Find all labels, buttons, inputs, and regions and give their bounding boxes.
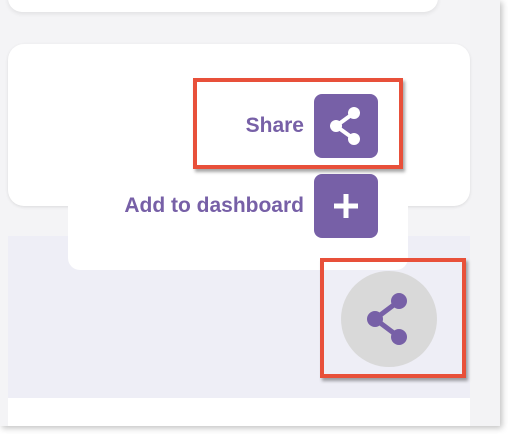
scrollbar-track[interactable] bbox=[470, 0, 500, 426]
add-to-dashboard-button[interactable] bbox=[314, 174, 378, 238]
screenshot-frame: Share Add to dashboard bbox=[0, 0, 500, 426]
bottom-area bbox=[8, 398, 470, 426]
previous-card bbox=[8, 0, 438, 12]
fab-highlight-box bbox=[320, 258, 466, 378]
add-to-dashboard-label: Add to dashboard bbox=[124, 194, 304, 217]
share-highlight-box bbox=[193, 78, 403, 169]
add-to-dashboard-menu-item[interactable]: Add to dashboard bbox=[90, 174, 378, 238]
plus-icon bbox=[334, 194, 358, 218]
